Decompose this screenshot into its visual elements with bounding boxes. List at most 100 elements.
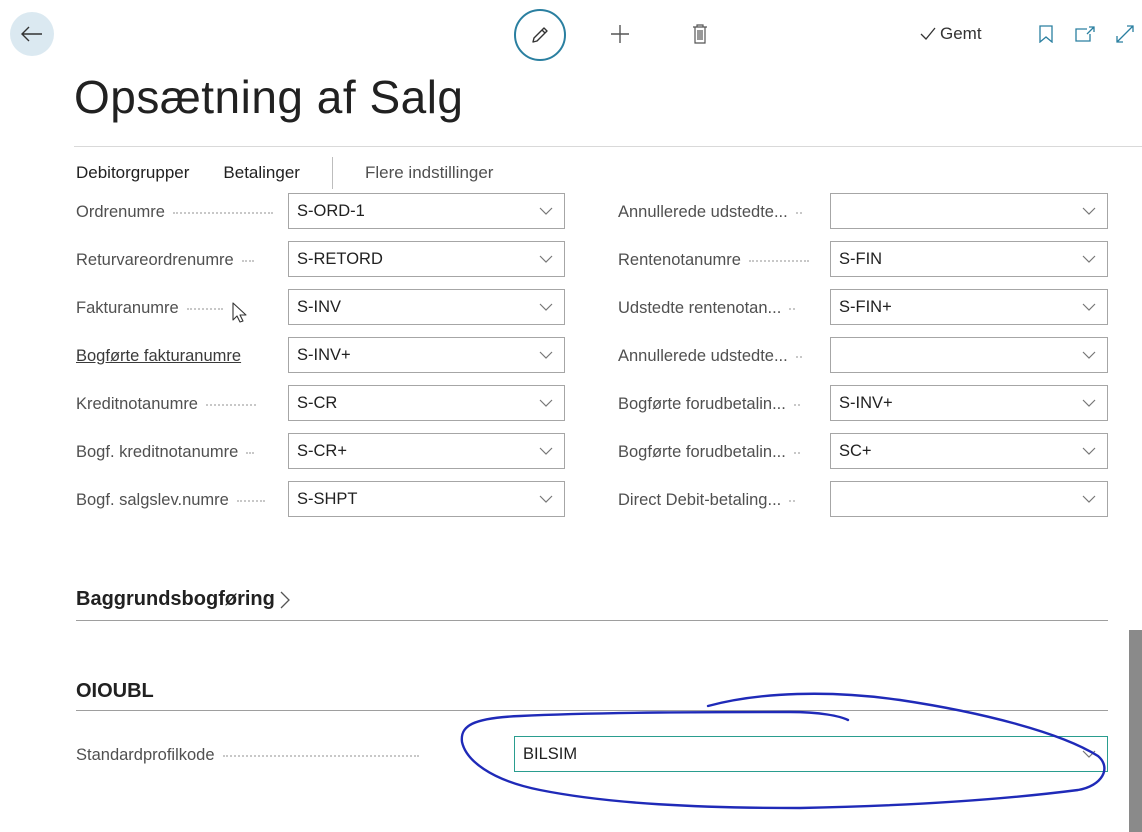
field-row: Fakturanumre S-INV (76, 287, 566, 335)
field-label-text: Annullerede udstedte... (618, 347, 788, 365)
section-title-label: Baggrundsbogføring (76, 588, 275, 610)
field-label[interactable]: Bogførte fakturanumre (76, 347, 241, 366)
leader-dots (789, 499, 796, 502)
chevron-down-icon (1082, 303, 1096, 311)
field-label-text: Direct Debit-betaling... (618, 491, 782, 509)
field-label: Fakturanumre (76, 299, 223, 318)
number-series-select[interactable] (830, 337, 1108, 373)
bookmark-button[interactable] (1034, 20, 1058, 48)
number-series-select[interactable]: SC+ (830, 433, 1108, 469)
action-betalinger[interactable]: Betalinger (223, 163, 332, 183)
field-row: Direct Debit-betaling... (618, 479, 1110, 527)
field-label-text: Bogførte forudbetalin... (618, 443, 786, 461)
chevron-down-icon (1082, 447, 1096, 455)
select-value: S-SHPT (297, 489, 358, 508)
field-label-text: Bogf. kreditnotanumre (76, 443, 239, 461)
section-background-posting[interactable]: Baggrundsbogføring (76, 588, 1108, 621)
number-series-select[interactable]: S-CR (288, 385, 565, 421)
field-row: Ordrenumre S-ORD-1 (76, 191, 566, 239)
leader-dots (236, 499, 265, 502)
select-value: S-INV+ (297, 345, 351, 364)
field-label-text: Annullerede udstedte... (618, 203, 788, 221)
action-separator (331, 157, 333, 189)
chevron-down-icon (539, 255, 553, 263)
field-row: Bogførte forudbetalin... S-INV+ (618, 383, 1110, 431)
number-series-left: Ordrenumre S-ORD-1 Returvareordrenumre S-RE… (76, 191, 566, 527)
leader-dots (246, 451, 255, 454)
back-button[interactable] (10, 12, 54, 56)
chevron-down-icon (1082, 399, 1096, 407)
field-label: Rentenotanumre (618, 251, 809, 270)
number-series-select[interactable] (830, 481, 1108, 517)
saved-status: Gemt (920, 22, 982, 46)
top-toolbar: Gemt (0, 0, 1142, 70)
edit-button[interactable] (514, 9, 566, 61)
trash-icon (693, 24, 707, 44)
leader-dots (795, 355, 802, 358)
expand-button[interactable] (1112, 20, 1138, 48)
field-label-text: Standardprofilkode (76, 746, 215, 764)
open-new-window-button[interactable] (1072, 20, 1098, 48)
select-value: S-INV+ (839, 393, 893, 412)
select-value: S-CR (297, 393, 338, 412)
select-value: S-INV (297, 297, 342, 316)
number-series-select[interactable] (830, 193, 1108, 229)
number-series-select[interactable]: S-INV+ (830, 385, 1108, 421)
field-label: Ordrenumre (76, 203, 273, 222)
action-bar: Debitorgrupper Betalinger Flere indstill… (76, 154, 527, 192)
field-label-text: Udstedte rentenotan... (618, 299, 782, 317)
chevron-down-icon (539, 495, 553, 503)
field-row: Rentenotanumre S-FIN (618, 239, 1110, 287)
number-series-select[interactable]: S-ORD-1 (288, 193, 565, 229)
new-button[interactable] (602, 16, 638, 52)
select-value: S-FIN (839, 249, 883, 268)
field-row: Bogførte fakturanumre S-INV+ (76, 335, 566, 383)
section-oioubl[interactable]: OIOUBL (76, 680, 1108, 711)
standard-profile-code-select[interactable]: BILSIM (514, 736, 1108, 772)
action-more-settings[interactable]: Flere indstillinger (365, 163, 528, 183)
section-divider (76, 620, 1108, 621)
delete-button[interactable] (682, 16, 718, 52)
saved-label: Gemt (940, 24, 982, 43)
field-label-text: Fakturanumre (76, 299, 179, 317)
section-title: OIOUBL (76, 680, 1108, 703)
field-label: Direct Debit-betaling... (618, 491, 796, 510)
field-label: Standardprofilkode (76, 746, 419, 765)
scrollbar-thumb[interactable] (1129, 630, 1142, 832)
chevron-down-icon (1082, 351, 1096, 359)
leader-dots (241, 259, 254, 262)
number-series-select[interactable]: S-INV+ (288, 337, 565, 373)
select-value: BILSIM (523, 744, 578, 763)
chevron-down-icon (1082, 207, 1096, 215)
field-label-text: Returvareordrenumre (76, 251, 234, 269)
leader-dots (793, 403, 800, 406)
select-value: S-CR+ (297, 441, 347, 460)
field-row-standard-profile-code: Standardprofilkode BILSIM (76, 736, 1108, 774)
field-row: Udstedte rentenotan... S-FIN+ (618, 287, 1110, 335)
leader-dots (186, 307, 223, 310)
leader-dots (793, 451, 800, 454)
action-debitorgrupper[interactable]: Debitorgrupper (76, 163, 223, 183)
field-label: Returvareordrenumre (76, 251, 254, 270)
field-label: Bogførte forudbetalin... (618, 395, 800, 414)
field-label: Udstedte rentenotan... (618, 299, 796, 318)
select-value: SC+ (839, 441, 872, 460)
field-label: Bogførte forudbetalin... (618, 443, 800, 462)
field-row: Annullerede udstedte... (618, 191, 1110, 239)
field-label-text: Bogførte forudbetalin... (618, 395, 786, 413)
number-series-select[interactable]: S-FIN+ (830, 289, 1108, 325)
number-series-select[interactable]: S-CR+ (288, 433, 565, 469)
field-row: Bogf. kreditnotanumre S-CR+ (76, 431, 566, 479)
arrow-left-icon (21, 26, 42, 42)
select-value: S-ORD-1 (297, 201, 365, 220)
section-title-label: OIOUBL (76, 680, 154, 702)
number-series-select[interactable]: S-FIN (830, 241, 1108, 277)
chevron-down-icon (539, 303, 553, 311)
number-series-select[interactable]: S-INV (288, 289, 565, 325)
field-label: Kreditnotanumre (76, 395, 256, 414)
field-label-text: Bogf. salgslev.numre (76, 491, 229, 509)
leader-dots (222, 754, 419, 757)
number-series-select[interactable]: S-RETORD (288, 241, 565, 277)
number-series-select[interactable]: S-SHPT (288, 481, 565, 517)
chevron-right-icon (280, 591, 290, 608)
